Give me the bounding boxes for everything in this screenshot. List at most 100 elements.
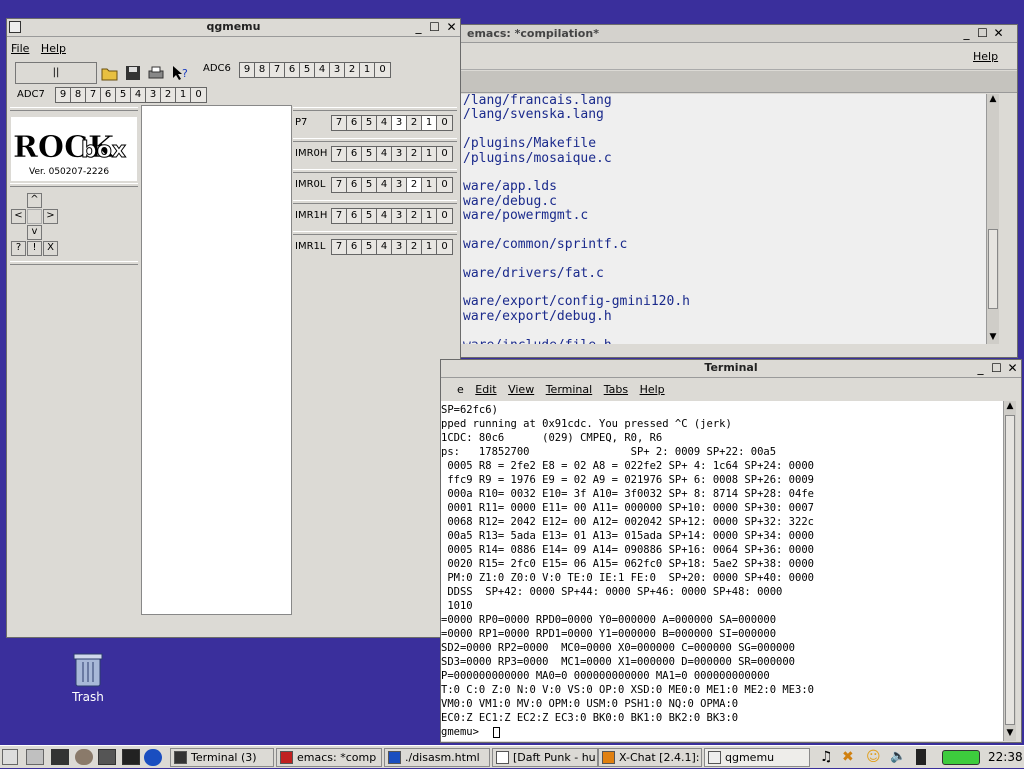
port-bit[interactable]: 0 (437, 147, 452, 161)
port-bit[interactable]: 3 (392, 147, 407, 161)
emacs-window[interactable]: emacs: *compilation* _ ☐ ✕ Help /lang/fr… (440, 24, 1018, 358)
port-bit[interactable]: 6 (347, 147, 362, 161)
port-bit[interactable]: 3 (392, 209, 407, 223)
pause-button[interactable]: || (15, 62, 97, 84)
emacs-help-button[interactable]: Help (973, 50, 998, 63)
save-icon[interactable] (125, 65, 141, 81)
port-bit[interactable]: 0 (437, 178, 452, 192)
adc6-bit[interactable]: 3 (330, 63, 345, 77)
adc7-bit[interactable]: 0 (191, 88, 206, 102)
dpad-right-button[interactable]: > (43, 209, 58, 224)
port-bit[interactable]: 5 (362, 240, 377, 254)
browser-icon[interactable] (144, 749, 162, 766)
adc6-bit[interactable]: 9 (240, 63, 255, 77)
port-bit[interactable]: 1 (422, 240, 437, 254)
port-bit[interactable]: 7 (332, 240, 347, 254)
adc6-bit[interactable]: 1 (360, 63, 375, 77)
show-desktop-icon[interactable] (2, 749, 18, 765)
menu-file[interactable]: e (455, 380, 468, 396)
terminal-launcher-icon[interactable] (51, 749, 69, 765)
port-bit[interactable]: 4 (377, 147, 392, 161)
adc6-bit[interactable]: 0 (375, 63, 390, 77)
emacs-scroll-down[interactable]: ▼ (987, 332, 999, 343)
port-bit[interactable]: 6 (347, 240, 362, 254)
taskbar-task[interactable]: qgmemu (704, 748, 810, 767)
emacs-scrollbar[interactable]: ▲ ▼ (986, 94, 999, 344)
trash-icon-container[interactable]: Trash (66, 652, 110, 708)
port-bit[interactable]: 2 (407, 147, 422, 161)
port-bit[interactable]: 2 (407, 240, 422, 254)
terminal-window[interactable]: Terminal _ ☐ ✕ e Edit View Terminal Tabs… (440, 359, 1022, 743)
dpad-up-button[interactable]: ^ (27, 193, 42, 208)
adc7-bit[interactable]: 5 (116, 88, 131, 102)
port-bit[interactable]: 2 (407, 178, 422, 192)
gimp-icon[interactable] (75, 749, 93, 765)
qgmemu-window[interactable]: qgmemu _ ☐ ✕ File Help || ? ADC6 9876543… (6, 18, 461, 638)
adc7-bit[interactable]: 6 (101, 88, 116, 102)
adc7-bit[interactable]: 1 (176, 88, 191, 102)
port-bit[interactable]: 5 (362, 178, 377, 192)
taskbar-task[interactable]: [Daft Punk - hu (492, 748, 598, 767)
adc6-bit[interactable]: 6 (285, 63, 300, 77)
port-bit[interactable]: 4 (377, 240, 392, 254)
adc6-bit[interactable]: 7 (270, 63, 285, 77)
port-bit[interactable]: 1 (422, 178, 437, 192)
port-bit[interactable]: 1 (422, 116, 437, 130)
volume-icon[interactable]: 🔈 (890, 749, 906, 765)
open-folder-icon[interactable] (101, 65, 119, 81)
app-launcher-icon[interactable] (122, 749, 140, 765)
file-manager-icon[interactable] (26, 749, 44, 765)
print-icon[interactable] (147, 65, 165, 81)
adc7-bit[interactable]: 3 (146, 88, 161, 102)
menu-help[interactable]: Help (37, 39, 70, 55)
emacs-scroll-thumb[interactable] (988, 229, 998, 309)
port-bit[interactable]: 1 (422, 209, 437, 223)
x-button[interactable]: X (43, 241, 58, 256)
port-bit[interactable]: 3 (392, 240, 407, 254)
xchat-tray-icon[interactable]: ✖ (842, 749, 858, 765)
taskbar-task[interactable]: ./disasm.html (384, 748, 490, 767)
terminal-scroll-thumb[interactable] (1005, 415, 1015, 725)
port-bit[interactable]: 7 (332, 209, 347, 223)
port-bit[interactable]: 5 (362, 116, 377, 130)
port-bit[interactable]: 3 (392, 116, 407, 130)
terminal-close-button[interactable]: ✕ (1005, 361, 1020, 376)
menu-terminal[interactable]: Terminal (542, 380, 597, 396)
taskbar-task[interactable]: Terminal (3) (170, 748, 274, 767)
emacs-maximize-button[interactable]: ☐ (975, 26, 990, 41)
port-bit[interactable]: 6 (347, 116, 362, 130)
taskbar-task[interactable]: emacs: *comp (276, 748, 382, 767)
gaim-tray-icon[interactable]: ☺ (866, 749, 882, 765)
terminal-minimize-button[interactable]: _ (973, 361, 988, 376)
port-bit[interactable]: 7 (332, 147, 347, 161)
port-bit[interactable]: 2 (407, 116, 422, 130)
dpad-down-button[interactable]: v (27, 225, 42, 240)
emacs-minimize-button[interactable]: _ (959, 26, 974, 41)
menu-file[interactable]: File (7, 39, 33, 55)
port-bit[interactable]: 6 (347, 209, 362, 223)
qgmemu-close-button[interactable]: ✕ (444, 20, 459, 35)
qgmemu-minimize-button[interactable]: _ (411, 20, 426, 35)
adc7-bit[interactable]: 9 (56, 88, 71, 102)
dpad-left-button[interactable]: < (11, 209, 26, 224)
port-bit[interactable]: 0 (437, 209, 452, 223)
qgmemu-maximize-button[interactable]: ☐ (427, 20, 442, 35)
port-bit[interactable]: 5 (362, 209, 377, 223)
terminal-scrollbar[interactable]: ▲ ▼ (1003, 401, 1016, 741)
port-bit[interactable]: 2 (407, 209, 422, 223)
adc7-bit[interactable]: 8 (71, 88, 86, 102)
adc6-bit[interactable]: 4 (315, 63, 330, 77)
adc6-bit[interactable]: 5 (300, 63, 315, 77)
question-button[interactable]: ? (11, 241, 26, 256)
port-bit[interactable]: 3 (392, 178, 407, 192)
port-bit[interactable]: 4 (377, 209, 392, 223)
port-bit[interactable]: 6 (347, 178, 362, 192)
port-bit[interactable]: 0 (437, 240, 452, 254)
port-bit[interactable]: 0 (437, 116, 452, 130)
adc7-bit[interactable]: 4 (131, 88, 146, 102)
emacs-scroll-up[interactable]: ▲ (987, 94, 999, 105)
network-icon[interactable] (916, 749, 926, 765)
port-bit[interactable]: 5 (362, 147, 377, 161)
emacs-close-button[interactable]: ✕ (991, 26, 1006, 41)
bang-button[interactable]: ! (27, 241, 42, 256)
